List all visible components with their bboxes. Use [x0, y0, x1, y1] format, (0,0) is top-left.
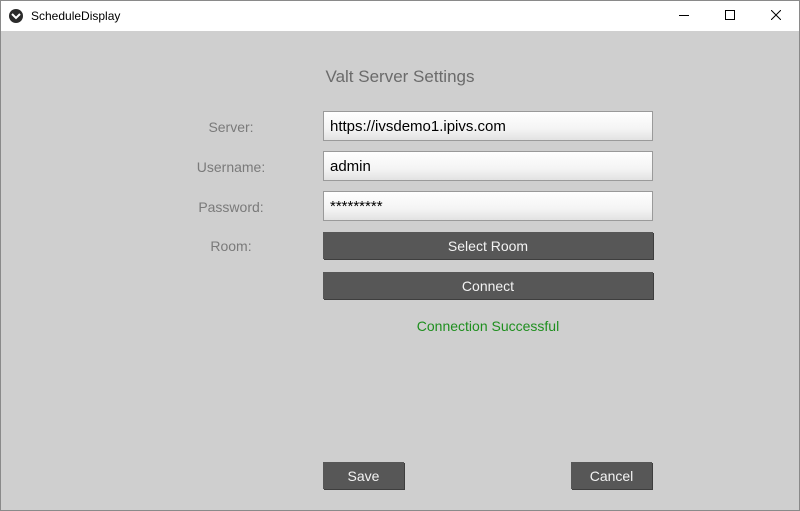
minimize-icon — [679, 7, 689, 25]
close-button[interactable] — [753, 1, 799, 31]
connect-button[interactable]: Connect — [323, 272, 653, 299]
select-room-button[interactable]: Select Room — [323, 232, 653, 259]
server-field[interactable] — [323, 111, 653, 141]
save-button[interactable]: Save — [323, 462, 404, 489]
password-field[interactable] — [323, 191, 653, 221]
username-field[interactable] — [323, 151, 653, 181]
username-label: Username: — [196, 159, 266, 175]
cancel-button[interactable]: Cancel — [571, 462, 652, 489]
title-bar: ScheduleDisplay — [1, 1, 799, 31]
minimize-button[interactable] — [661, 1, 707, 31]
settings-panel: Valt Server Settings Server: Username: P… — [1, 31, 799, 510]
maximize-button[interactable] — [707, 1, 753, 31]
password-label: Password: — [198, 199, 264, 215]
connection-status: Connection Successful — [416, 318, 560, 334]
maximize-icon — [725, 7, 735, 25]
page-title: Valt Server Settings — [325, 67, 475, 86]
close-icon — [770, 7, 782, 25]
app-window: ScheduleDisplay Valt Server Settings Ser… — [0, 0, 800, 511]
server-label: Server: — [208, 119, 254, 135]
room-label: Room: — [210, 238, 252, 254]
app-logo-icon — [9, 9, 23, 23]
window-title: ScheduleDisplay — [31, 9, 121, 23]
